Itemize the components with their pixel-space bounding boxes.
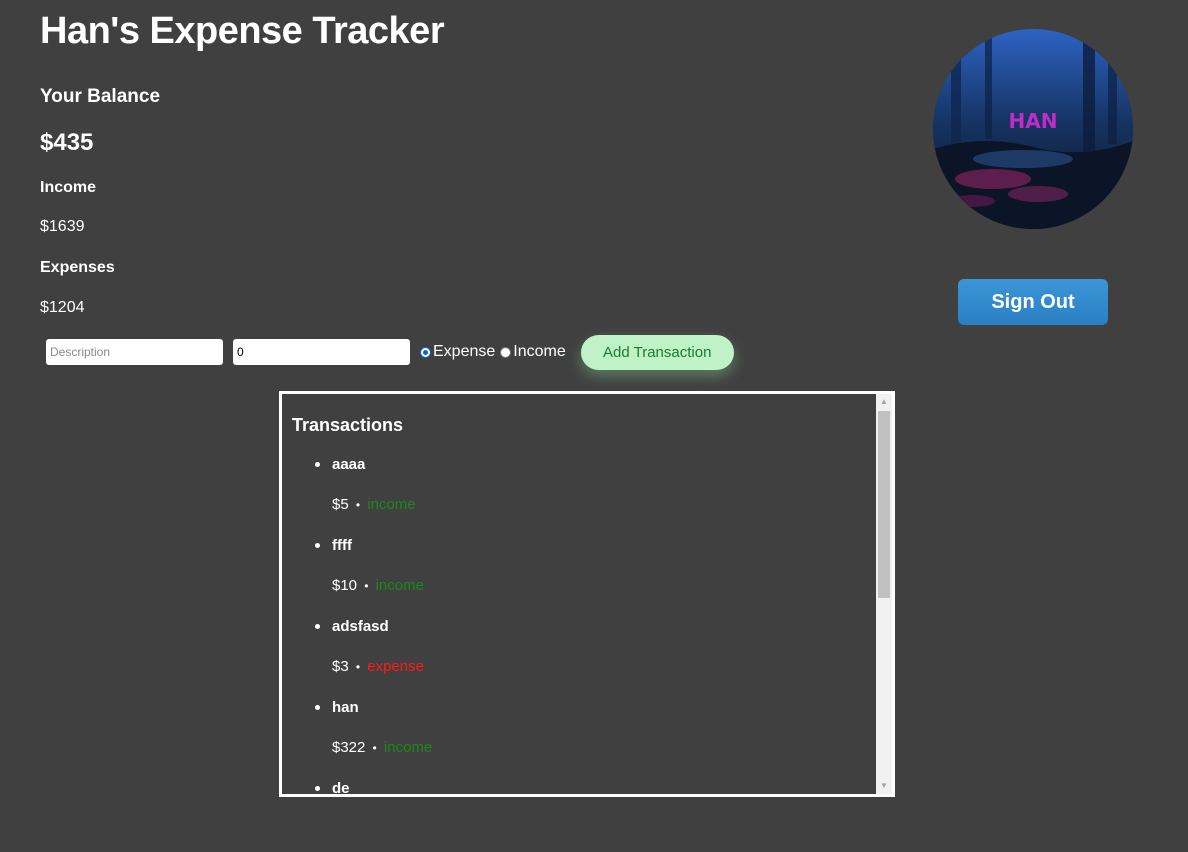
add-transaction-form: Expense Income Add Transaction <box>46 334 734 370</box>
transactions-scrollbar[interactable]: ▲ ▼ <box>876 394 892 794</box>
bullet-icon <box>315 624 320 629</box>
transaction-type: expense <box>367 658 424 675</box>
bullet-icon <box>315 786 320 791</box>
transaction-amount: $322 <box>332 739 366 756</box>
transactions-content: Transactions aaaa $5 • income ffff $10 •… <box>282 394 876 794</box>
separator-dot: • <box>355 498 361 512</box>
income-radio-label[interactable]: Income <box>513 343 565 361</box>
avatar: HAN <box>933 29 1133 229</box>
balance-value: $435 <box>40 129 94 156</box>
transaction-description: ffff <box>332 537 352 554</box>
add-transaction-button[interactable]: Add Transaction <box>580 334 734 370</box>
transactions-panel[interactable]: Transactions aaaa $5 • income ffff $10 •… <box>279 391 895 797</box>
separator-dot: • <box>364 579 369 593</box>
transaction-description: de <box>332 780 350 794</box>
expenses-label: Expenses <box>40 259 115 276</box>
bullet-icon <box>315 543 320 548</box>
transaction-type: income <box>383 739 433 756</box>
scroll-up-arrow-icon[interactable]: ▲ <box>876 394 892 410</box>
income-value: $1639 <box>40 218 85 235</box>
separator-dot: • <box>355 660 361 674</box>
transaction-detail: $10 • income <box>332 577 424 594</box>
income-label: Income <box>40 179 97 196</box>
scroll-down-arrow-icon[interactable]: ▼ <box>876 778 892 794</box>
page-title: Han's Expense Tracker <box>40 10 445 52</box>
description-input[interactable] <box>46 339 223 365</box>
expense-radio-label[interactable]: Expense <box>433 343 495 361</box>
transaction-detail: $322 • income <box>332 739 432 756</box>
transaction-detail: $5 • income <box>332 496 416 513</box>
expense-radio[interactable] <box>420 346 431 358</box>
expenses-value: $1204 <box>40 299 85 316</box>
amount-input[interactable] <box>233 339 410 365</box>
transaction-description: han <box>332 699 359 716</box>
sign-out-button[interactable]: Sign Out <box>958 279 1108 325</box>
transaction-type: income <box>375 577 424 594</box>
transaction-type: income <box>367 496 416 513</box>
avatar-logo-text: HAN <box>1009 109 1058 133</box>
transaction-amount: $10 <box>332 577 358 594</box>
bullet-icon <box>315 462 320 467</box>
transaction-detail: $3 • expense <box>332 658 424 675</box>
transaction-type-group: Expense Income <box>420 343 571 361</box>
transaction-amount: $3 <box>332 658 349 675</box>
expense-tracker-page: Han's Expense Tracker Your Balance $435 … <box>0 0 1188 852</box>
income-radio[interactable] <box>500 346 512 358</box>
separator-dot: • <box>372 741 377 755</box>
bullet-icon <box>315 705 320 710</box>
transaction-description: adsfasd <box>332 618 389 635</box>
scroll-thumb[interactable] <box>878 411 890 598</box>
transaction-description: aaaa <box>332 456 366 473</box>
balance-label: Your Balance <box>40 86 161 107</box>
transactions-title: Transactions <box>292 415 404 435</box>
avatar-image: HAN <box>933 29 1133 229</box>
transaction-amount: $5 <box>332 496 349 513</box>
